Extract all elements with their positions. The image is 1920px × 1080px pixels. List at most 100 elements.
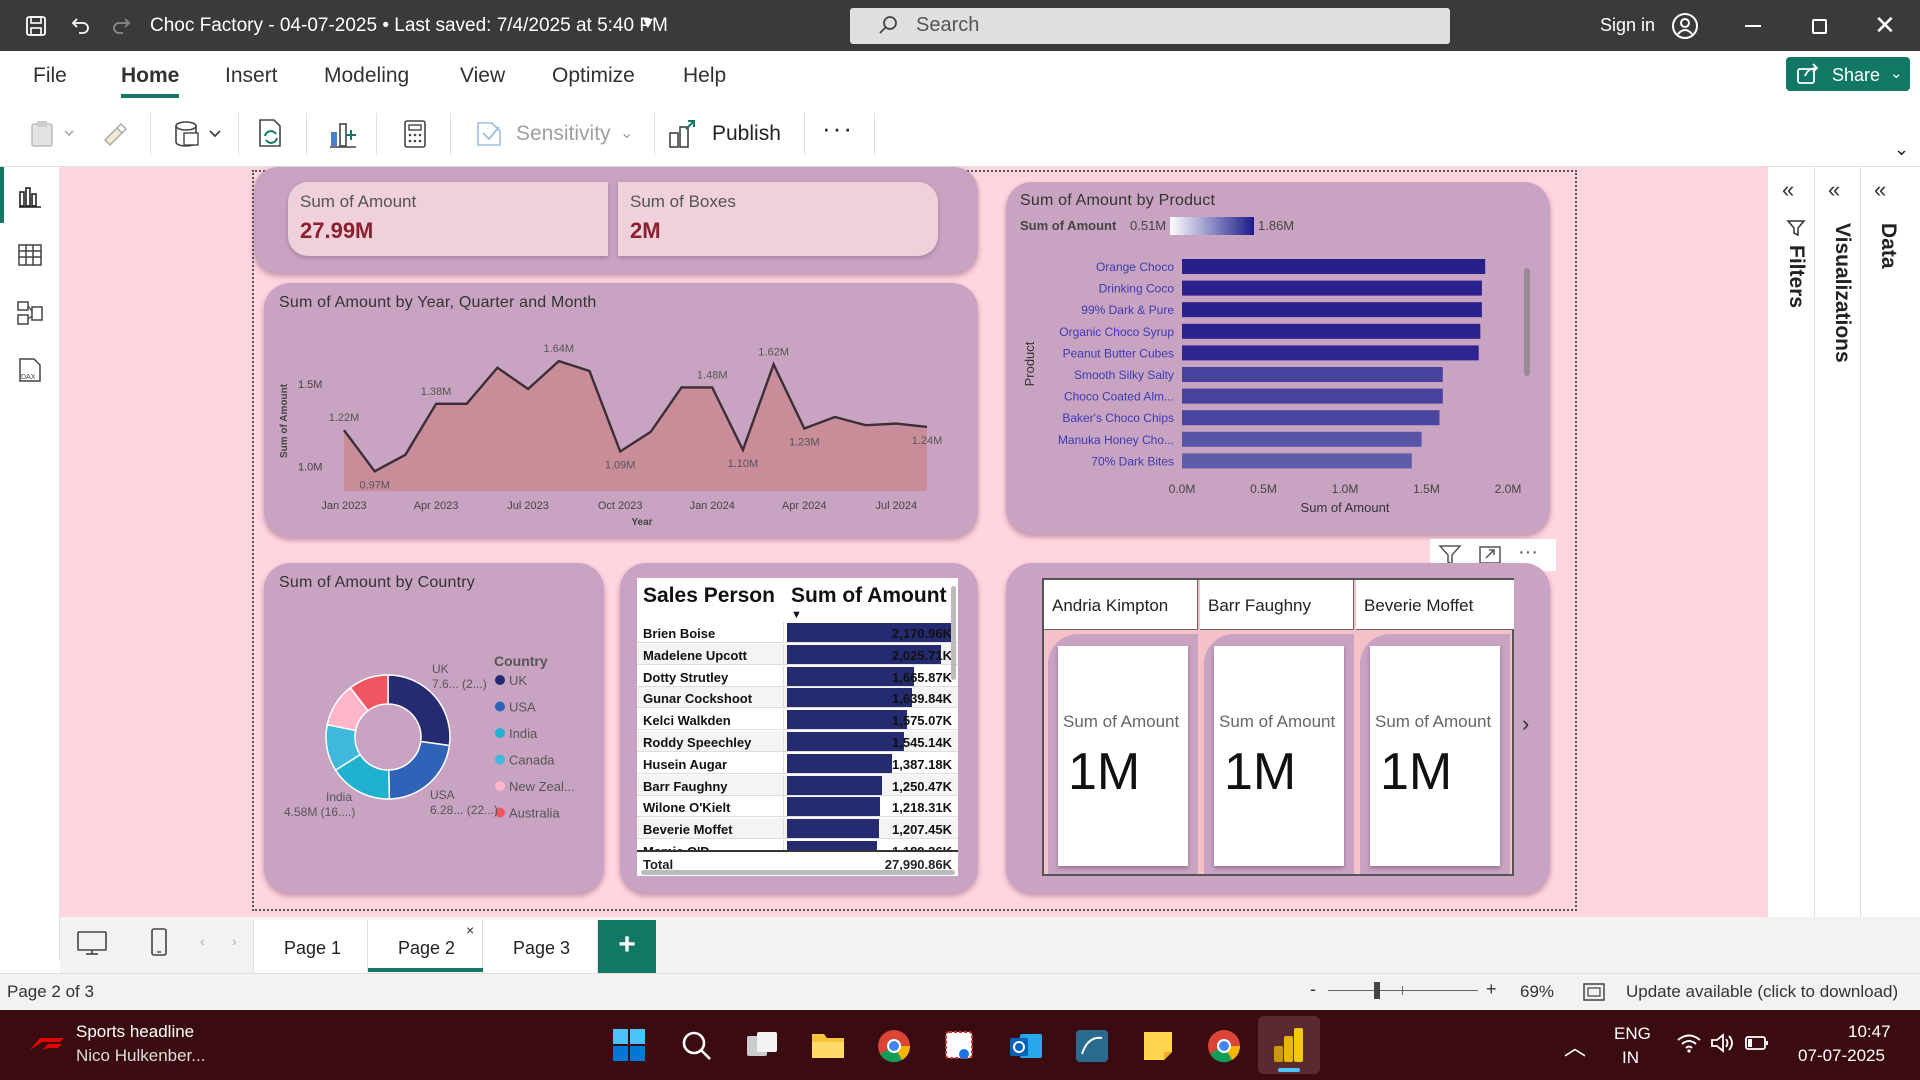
chrome-profile-icon[interactable]: [1206, 1028, 1242, 1069]
sign-in-link[interactable]: Sign in: [1600, 15, 1655, 36]
table-row[interactable]: Mamie O'D...1,189.36K: [637, 840, 958, 850]
mysql-workbench-icon[interactable]: [1074, 1028, 1110, 1069]
line-chart-card[interactable]: Sum of Amount by Year, Quarter and Month…: [264, 283, 978, 537]
new-visual-icon[interactable]: [326, 117, 360, 151]
more-options-icon[interactable]: ···: [822, 113, 854, 144]
publish-button[interactable]: Publish: [668, 117, 788, 151]
f1-news-icon[interactable]: [28, 1036, 66, 1057]
language-secondary[interactable]: IN: [1622, 1048, 1639, 1068]
table-header-sum-of-amount[interactable]: Sum of Amount: [791, 584, 947, 608]
expand-filters-icon[interactable]: «: [1782, 177, 1794, 203]
visual-more-options-icon[interactable]: ···: [1518, 541, 1538, 564]
model-view-icon[interactable]: [14, 297, 46, 329]
sales-table[interactable]: Sales Person Sum of Amount ▼ Brien Boise…: [637, 578, 958, 876]
windows-start-icon[interactable]: [612, 1028, 646, 1067]
tab-insert[interactable]: Insert: [225, 64, 278, 88]
refresh-icon[interactable]: [254, 117, 288, 151]
show-hidden-icons-chevron[interactable]: ︿: [1564, 1030, 1586, 1062]
snipping-tool-icon[interactable]: [942, 1028, 978, 1069]
multicard-header-1[interactable]: Andria Kimpton: [1044, 580, 1198, 630]
page-tab-1[interactable]: Page 1: [253, 920, 368, 973]
kpi-card-container[interactable]: Sum of Amount 27.99M Sum of Boxes 2M: [254, 167, 978, 273]
power-bi-taskbar-button[interactable]: [1258, 1016, 1320, 1074]
amount-kpi-card[interactable]: Sum of Amount 27.99M: [288, 182, 608, 256]
table-row[interactable]: Beverie Moffet 1,207.45K: [637, 818, 958, 840]
tab-file[interactable]: File: [33, 64, 67, 88]
multicard-header-2[interactable]: Barr Faughny: [1200, 580, 1354, 630]
tab-view[interactable]: View: [460, 64, 505, 88]
zoom-percentage[interactable]: 69%: [1520, 982, 1554, 1002]
table-row[interactable]: Dotty Strutley 1,665.87K: [637, 665, 958, 687]
wifi-icon[interactable]: [1676, 1032, 1702, 1059]
bar-chart-card[interactable]: Sum of Amount by Product Sum of Amount 0…: [1006, 182, 1550, 534]
sticky-notes-icon[interactable]: [1140, 1028, 1176, 1069]
filters-pane-tab[interactable]: Filters: [1784, 245, 1808, 308]
table-vertical-scrollbar[interactable]: [951, 586, 956, 680]
tab-optimize[interactable]: Optimize: [552, 64, 635, 88]
file-explorer-icon[interactable]: [810, 1030, 846, 1065]
multicard-tile-1[interactable]: Sum of Amount 1M: [1048, 634, 1198, 874]
dax-query-icon[interactable]: DAX: [14, 355, 46, 387]
table-row[interactable]: Brien Boise 2,170.96K: [637, 622, 958, 643]
taskbar-search-icon[interactable]: [679, 1028, 713, 1067]
multicard-tile-3[interactable]: Sum of Amount 1M: [1360, 634, 1510, 874]
table-row[interactable]: Husein Augar 1,387.18K: [637, 752, 958, 774]
battery-icon[interactable]: [1744, 1034, 1770, 1057]
table-row[interactable]: Gunar Cockshoot 1,639.84K: [637, 687, 958, 709]
fit-to-page-icon[interactable]: [1582, 982, 1606, 1007]
mobile-layout-icon[interactable]: [150, 927, 168, 962]
bar-chart-scrollbar[interactable]: [1524, 268, 1530, 376]
donut-chart-card[interactable]: Sum of Amount by Country UK USA India Canad…: [264, 563, 604, 893]
tab-help[interactable]: Help: [683, 64, 726, 88]
language-primary[interactable]: ENG: [1614, 1024, 1651, 1044]
prev-page-icon[interactable]: ‹: [200, 933, 205, 949]
get-data-icon[interactable]: [170, 119, 226, 149]
zoom-out-button[interactable]: -: [1310, 979, 1316, 1000]
table-row[interactable]: Wilone O'Kielt 1,218.31K: [637, 796, 958, 818]
title-dropdown-icon[interactable]: ▼: [640, 15, 656, 33]
share-button[interactable]: Share ⌄: [1786, 57, 1910, 91]
undo-icon[interactable]: [66, 12, 94, 40]
table-header-sales-person[interactable]: Sales Person: [643, 584, 775, 608]
table-view-icon[interactable]: [14, 239, 46, 271]
update-available-link[interactable]: Update available (click to download): [1626, 982, 1898, 1002]
data-pane-tab[interactable]: Data: [1876, 223, 1900, 269]
expand-visualizations-icon[interactable]: «: [1828, 177, 1840, 203]
minimize-icon[interactable]: [1745, 25, 1761, 27]
tab-home[interactable]: Home: [121, 64, 179, 88]
table-body[interactable]: Brien Boise 2,170.96K Madelene Upcott 2,025…: [637, 622, 958, 850]
volume-icon[interactable]: [1710, 1032, 1736, 1059]
multicard-next-icon[interactable]: ›: [1522, 711, 1529, 737]
chrome-icon[interactable]: [876, 1028, 912, 1069]
page-tab-3[interactable]: Page 3: [483, 920, 598, 973]
news-headline-subtitle[interactable]: Nico Hulkenber...: [76, 1046, 205, 1066]
search-box[interactable]: Search: [850, 8, 1450, 44]
close-icon[interactable]: ✕: [1874, 10, 1896, 41]
report-view-icon[interactable]: [14, 181, 46, 213]
multicard-header-3[interactable]: Beverie Moffet: [1356, 580, 1514, 630]
zoom-in-button[interactable]: +: [1486, 979, 1497, 1000]
format-painter-icon[interactable]: [100, 119, 130, 149]
next-page-icon[interactable]: ›: [232, 933, 237, 949]
report-canvas[interactable]: Sum of Amount 27.99M Sum of Boxes 2M Sum…: [60, 167, 1767, 917]
multicard-grid[interactable]: Andria Kimpton Barr Faughny Beverie Moff…: [1042, 578, 1514, 876]
paste-icon[interactable]: [28, 119, 78, 149]
outlook-icon[interactable]: [1008, 1028, 1044, 1069]
document-title[interactable]: Choc Factory - 04-07-2025 • Last saved: …: [150, 15, 668, 37]
page-tab-2[interactable]: Page 2 ×: [368, 920, 483, 973]
zoom-slider-thumb[interactable]: [1374, 982, 1380, 999]
maximize-icon[interactable]: [1812, 19, 1827, 34]
user-avatar-icon[interactable]: [1670, 11, 1700, 41]
sales-table-card[interactable]: Sales Person Sum of Amount ▼ Brien Boise…: [620, 563, 978, 893]
expand-data-icon[interactable]: «: [1874, 177, 1886, 203]
tab-modeling[interactable]: Modeling: [324, 64, 409, 88]
visualizations-pane-tab[interactable]: Visualizations: [1830, 223, 1854, 363]
calculator-icon[interactable]: [398, 117, 432, 151]
clock-time[interactable]: 10:47: [1848, 1022, 1891, 1042]
table-horizontal-scrollbar[interactable]: [641, 870, 955, 875]
table-row[interactable]: Madelene Upcott 2,025.71K: [637, 643, 958, 665]
task-view-icon[interactable]: [745, 1030, 779, 1065]
close-page-icon[interactable]: ×: [466, 922, 474, 938]
table-row[interactable]: Kelci Walkden 1,575.07K: [637, 709, 958, 731]
table-row[interactable]: Barr Faughny 1,250.47K: [637, 774, 958, 796]
